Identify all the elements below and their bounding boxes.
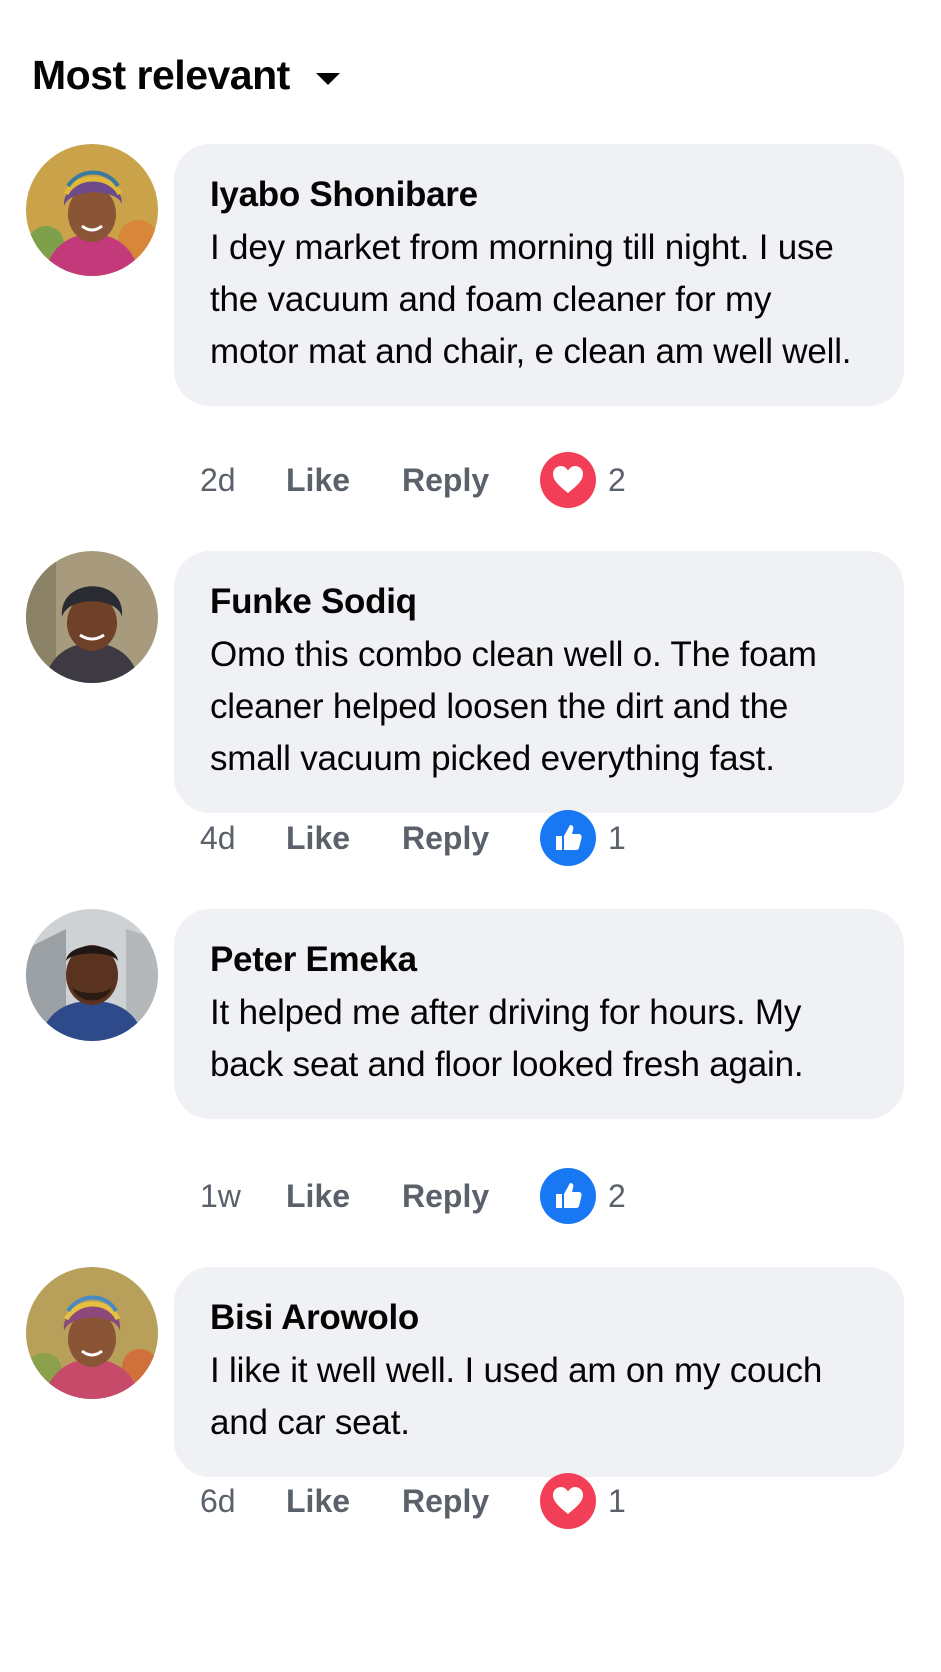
reaction-count: 1 <box>608 1482 626 1519</box>
sort-label: Most relevant <box>32 52 290 98</box>
comment-text: Omo this combo clean well o. The foam cl… <box>210 635 817 778</box>
reply-button[interactable]: Reply <box>402 1178 540 1215</box>
comment-text: I dey market from morning till night. I … <box>210 228 852 371</box>
comment-author[interactable]: Peter Emeka <box>210 937 868 983</box>
avatar[interactable] <box>26 909 158 1041</box>
avatar-image <box>26 551 158 683</box>
like-button[interactable]: Like <box>286 1178 402 1215</box>
sort-dropdown[interactable]: Most relevant <box>32 52 340 99</box>
comment-time[interactable]: 6d <box>200 1483 286 1520</box>
reaction-summary[interactable]: 1 <box>540 1473 626 1529</box>
chevron-down-icon <box>315 72 340 85</box>
reaction-count: 2 <box>608 1177 626 1214</box>
avatar-image <box>26 909 158 1041</box>
comment-time[interactable]: 2d <box>200 462 286 499</box>
reaction-count: 1 <box>608 819 626 856</box>
reply-button[interactable]: Reply <box>402 1483 540 1520</box>
heart-icon <box>540 452 596 508</box>
comment-time[interactable]: 4d <box>200 820 286 857</box>
reaction-summary[interactable]: 1 <box>540 810 626 866</box>
comment-actions: 2d Like Reply 2 <box>200 450 626 510</box>
comment-bubble: Funke Sodiq Omo this combo clean well o.… <box>174 551 904 813</box>
like-button[interactable]: Like <box>286 1483 402 1520</box>
comments-page: Most relevant Iyabo Shonibare I dey mark… <box>0 0 941 1672</box>
thumbs-up-icon <box>540 810 596 866</box>
reaction-count: 2 <box>608 461 626 498</box>
comment-text: I like it well well. I used am on my cou… <box>210 1351 823 1442</box>
avatar[interactable] <box>26 1267 158 1399</box>
comment-actions: 1w Like Reply 2 <box>200 1166 626 1226</box>
comment-time[interactable]: 1w <box>200 1178 286 1215</box>
avatar[interactable] <box>26 144 158 276</box>
thumbs-up-icon <box>540 1168 596 1224</box>
heart-icon <box>540 1473 596 1529</box>
comment-author[interactable]: Bisi Arowolo <box>210 1295 868 1341</box>
avatar-image <box>26 144 158 276</box>
reply-button[interactable]: Reply <box>402 820 540 857</box>
comment-author[interactable]: Iyabo Shonibare <box>210 172 868 218</box>
comment-text: It helped me after driving for hours. My… <box>210 993 804 1084</box>
comment-actions: 4d Like Reply 1 <box>200 808 626 868</box>
like-button[interactable]: Like <box>286 462 402 499</box>
comment-author[interactable]: Funke Sodiq <box>210 579 868 625</box>
like-button[interactable]: Like <box>286 820 402 857</box>
comment-actions: 6d Like Reply 1 <box>200 1471 626 1531</box>
comment-bubble: Bisi Arowolo I like it well well. I used… <box>174 1267 904 1477</box>
reply-button[interactable]: Reply <box>402 462 540 499</box>
avatar[interactable] <box>26 551 158 683</box>
comment-bubble: Peter Emeka It helped me after driving f… <box>174 909 904 1119</box>
reaction-summary[interactable]: 2 <box>540 1168 626 1224</box>
avatar-image <box>26 1267 158 1399</box>
comment-bubble: Iyabo Shonibare I dey market from mornin… <box>174 144 904 406</box>
reaction-summary[interactable]: 2 <box>540 452 626 508</box>
